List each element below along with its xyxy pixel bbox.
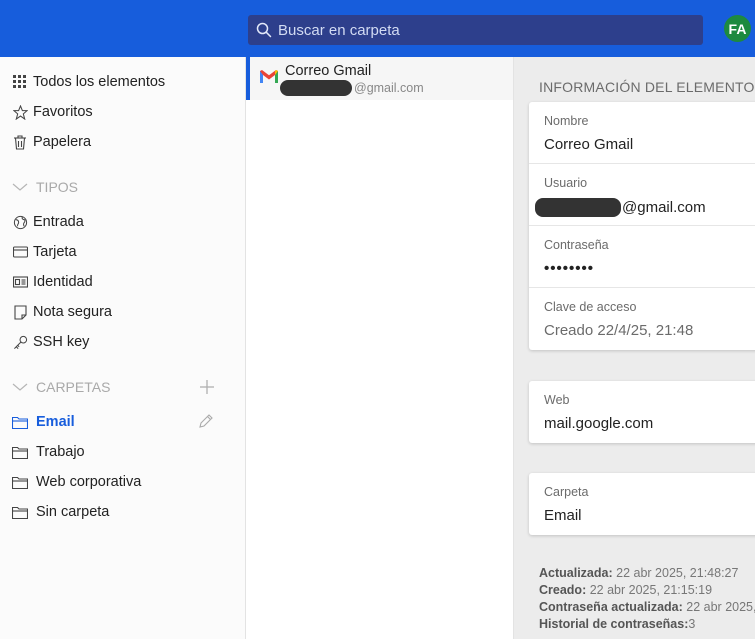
password-history-link[interactable]: 3 [688,617,695,631]
field-label: Clave de acceso [544,300,637,314]
created-line: Creado: 22 abr 2025, 21:15:19 [539,582,755,599]
field-value: @gmail.com [535,198,706,217]
sidebar-item-label: Todos los elementos [33,74,166,90]
field-value: mail.google.com [544,415,654,432]
password-field[interactable]: Contraseña •••••••• [529,226,755,288]
folder-card: Carpeta Email [529,473,755,535]
sidebar-item-label: Papelera [33,134,92,150]
sidebar-item-label: Identidad [33,274,93,290]
folder-label: Trabajo [36,444,85,460]
edit-folder-icon[interactable] [198,413,214,429]
grid-icon [12,74,28,90]
sidebar-item-label: Entrada [33,214,84,230]
meta-label: Historial de contraseñas: [539,617,689,631]
field-label: Nombre [544,114,589,128]
meta-label: Creado: [539,583,587,597]
meta-value: 22 abr 2025, [686,600,755,614]
passkey-field: Clave de acceso Creado 22/4/25, 21:48 [529,288,755,350]
password-history-line: Historial de contraseñas:3 [539,616,755,633]
field-label: Usuario [544,176,588,190]
field-value: Correo Gmail [544,136,634,153]
folder-label: Web corporativa [36,474,142,490]
folder-item-sin-carpeta[interactable]: Sin carpeta [12,501,109,523]
search-icon [256,22,272,38]
item-metadata: Actualizada: 22 abr 2025, 21:48:27 Cread… [539,565,755,633]
field-value: Creado 22/4/25, 21:48 [544,322,694,339]
web-card: Web mail.google.com [529,381,755,443]
list-item[interactable]: Correo Gmail @gmail.com [246,57,513,100]
list-item-subtitle-text: @gmail.com [354,81,424,95]
list-item-title: Correo Gmail [285,63,372,79]
item-list: Correo Gmail @gmail.com [246,57,514,639]
folder-icon [12,414,30,430]
meta-label: Contraseña actualizada: [539,600,683,614]
item-info-card: Nombre Correo Gmail Usuario @gmail.com C… [529,102,755,350]
sidebar-item-all-items[interactable]: Todos los elementos [12,71,165,93]
username-field[interactable]: Usuario @gmail.com [529,164,755,226]
key-icon [12,334,28,350]
detail-heading: INFORMACIÓN DEL ELEMENTO [539,79,755,95]
redaction-mark [535,198,621,217]
field-label: Contraseña [544,238,609,252]
field-label: Carpeta [544,485,589,499]
chevron-down-icon [12,383,28,391]
note-icon [12,304,28,320]
folders-section-header[interactable]: CARPETAS [12,379,110,395]
top-bar: FA [0,0,755,57]
sidebar-item-label: SSH key [33,334,90,350]
sidebar-item-label: Nota segura [33,304,112,320]
folder-field[interactable]: Carpeta Email [529,473,755,535]
meta-value: 22 abr 2025, 21:15:19 [589,583,713,597]
sidebar-item-card[interactable]: Tarjeta [12,241,77,263]
folder-label: Email [36,414,75,430]
types-heading: TIPOS [36,179,79,195]
meta-value: 22 abr 2025, 21:48:27 [616,566,739,580]
password-updated-line: Contraseña actualizada: 22 abr 2025, [539,599,755,616]
folder-icon [12,504,30,520]
sidebar-item-label: Tarjeta [33,244,77,260]
folders-heading: CARPETAS [36,379,111,395]
add-folder-icon[interactable] [198,378,216,396]
search-input[interactable] [278,21,678,39]
sidebar-item-trash[interactable]: Papelera [12,131,91,153]
redaction-mark [280,80,352,96]
types-section-header[interactable]: TIPOS [12,179,78,195]
item-detail-pane: INFORMACIÓN DEL ELEMENTO Nombre Correo G… [514,57,755,639]
id-card-icon [12,274,28,290]
field-value: Email [544,507,582,524]
search-box[interactable] [248,15,703,45]
chevron-down-icon [12,183,28,191]
folder-item-trabajo[interactable]: Trabajo [12,441,85,463]
account-avatar[interactable]: FA [724,15,751,42]
web-field[interactable]: Web mail.google.com [529,381,755,443]
star-icon [12,104,28,120]
sidebar: Todos los elementos Favoritos Papelera T… [0,57,246,639]
folder-label: Sin carpeta [36,504,110,520]
folder-item-email[interactable]: Email [12,411,75,433]
sidebar-item-favorites[interactable]: Favoritos [12,101,93,123]
sidebar-item-ssh-key[interactable]: SSH key [12,331,89,353]
globe-icon [12,214,28,230]
trash-icon [12,134,28,150]
updated-line: Actualizada: 22 abr 2025, 21:48:27 [539,565,755,582]
folder-item-web-corporativa[interactable]: Web corporativa [12,471,141,493]
name-field[interactable]: Nombre Correo Gmail [529,102,755,164]
sidebar-item-login[interactable]: Entrada [12,211,84,233]
field-label: Web [544,393,570,407]
card-icon [12,244,28,260]
meta-label: Actualizada: [539,566,613,580]
list-item-subtitle: @gmail.com [280,80,424,96]
folder-icon [12,444,30,460]
sidebar-item-label: Favoritos [33,104,93,120]
sidebar-item-identity[interactable]: Identidad [12,271,93,293]
folder-icon [12,474,30,490]
username-suffix: @gmail.com [622,199,706,216]
gmail-icon [260,70,278,83]
field-value: •••••••• [544,260,595,277]
sidebar-item-secure-note[interactable]: Nota segura [12,301,112,323]
